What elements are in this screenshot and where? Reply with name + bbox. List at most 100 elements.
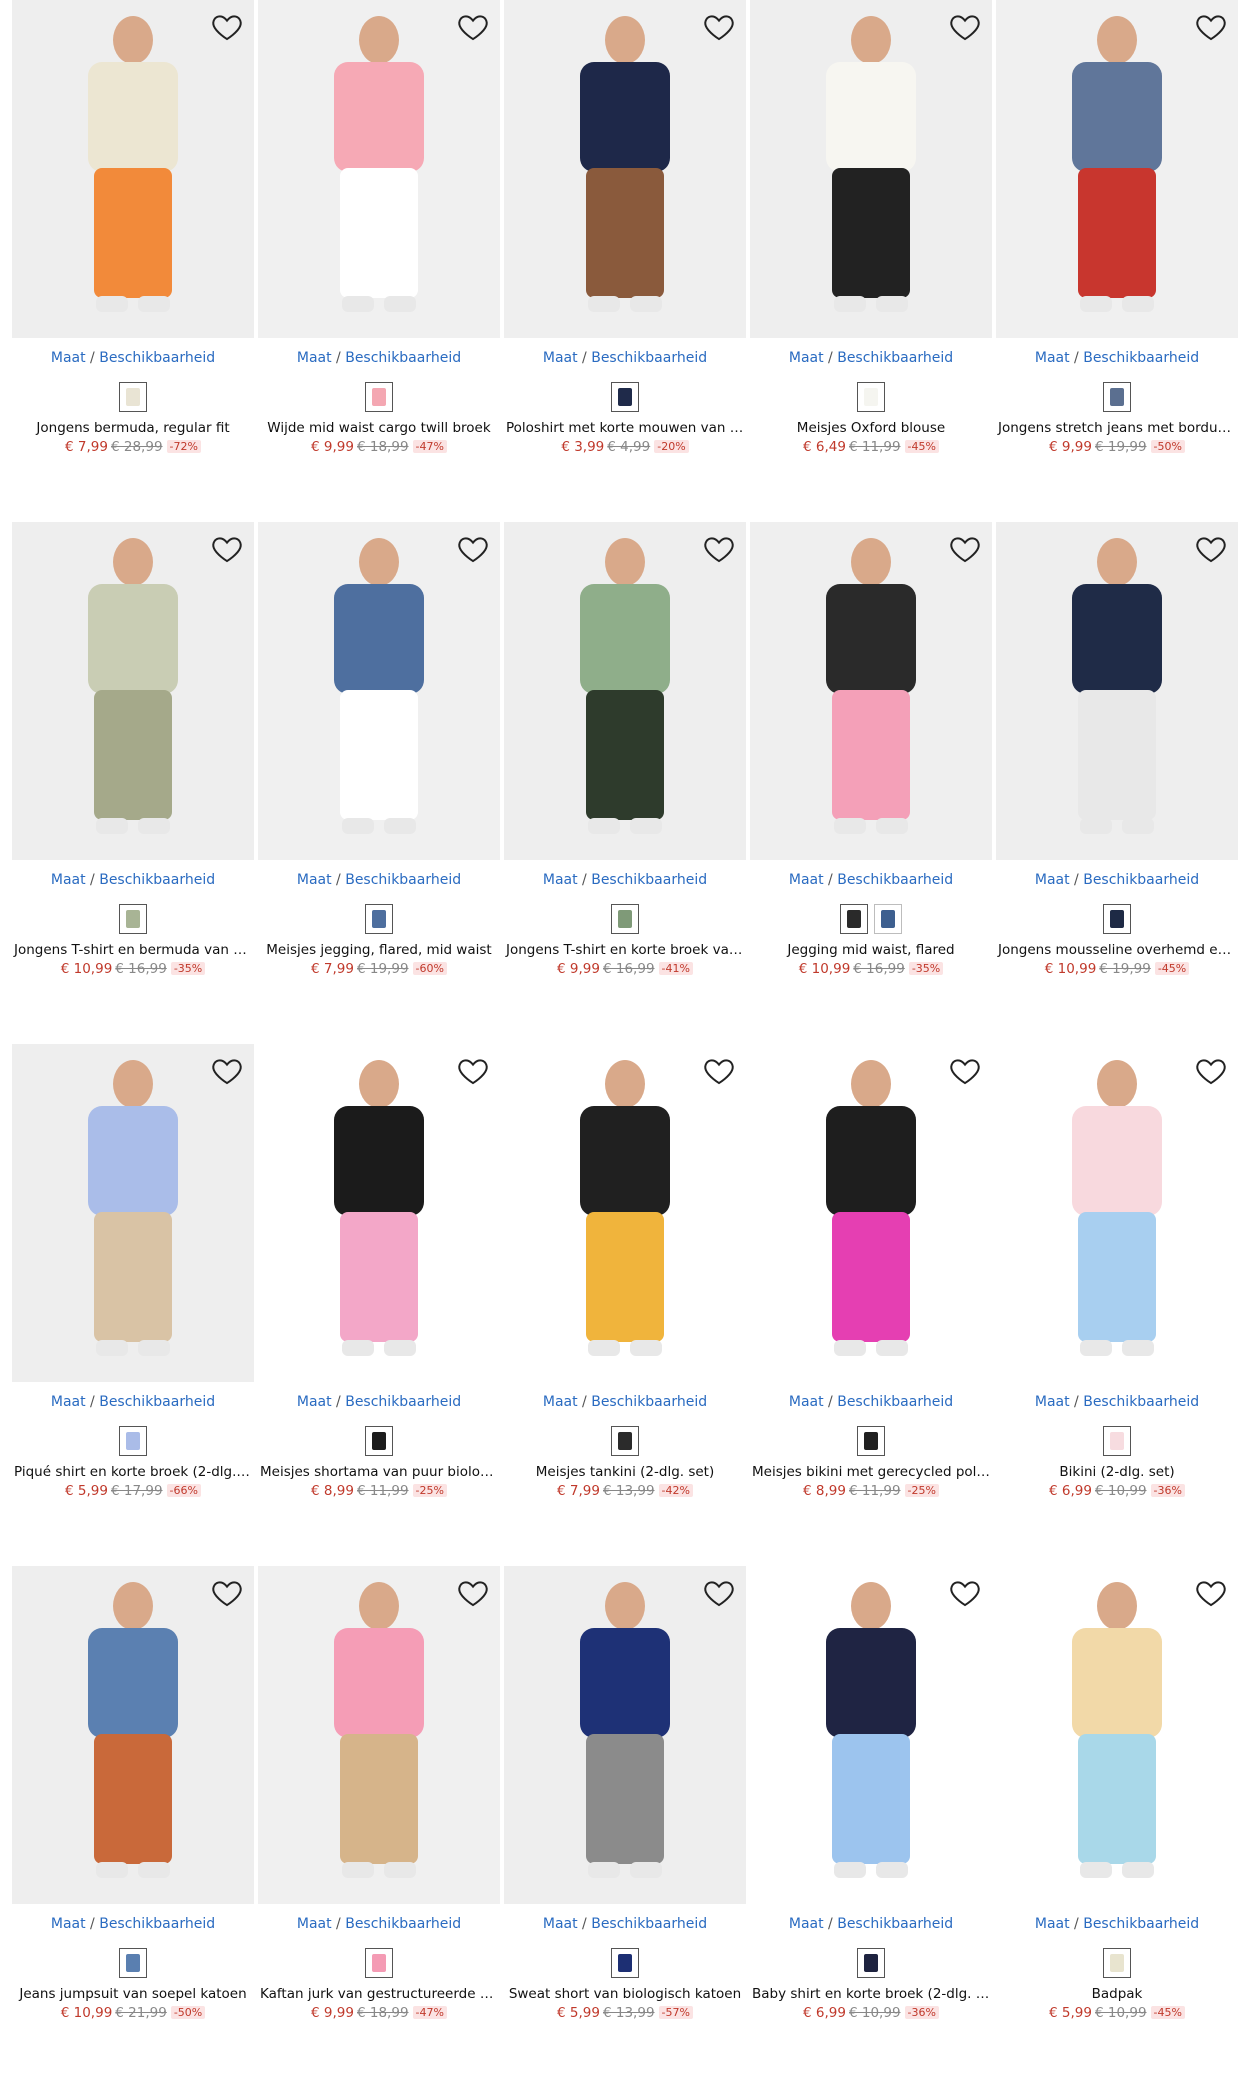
availability-label[interactable]: Beschikbaarheid bbox=[345, 350, 461, 366]
product-card[interactable]: Maat / Beschikbaarheid Meisjes bikini met… bbox=[750, 1044, 992, 1566]
size-label[interactable]: Maat bbox=[1035, 872, 1070, 888]
size-availability-link[interactable]: Maat / Beschikbaarheid bbox=[258, 872, 500, 888]
size-label[interactable]: Maat bbox=[789, 1916, 824, 1932]
availability-label[interactable]: Beschikbaarheid bbox=[837, 1916, 953, 1932]
size-availability-link[interactable]: Maat / Beschikbaarheid bbox=[12, 1394, 254, 1410]
product-title[interactable]: Meisjes bikini met gerecycled polya... bbox=[750, 1464, 992, 1480]
product-title[interactable]: Bikini (2-dlg. set) bbox=[996, 1464, 1238, 1480]
color-swatch[interactable] bbox=[611, 1948, 639, 1978]
product-image[interactable] bbox=[12, 1566, 254, 1904]
size-availability-link[interactable]: Maat / Beschikbaarheid bbox=[996, 1394, 1238, 1410]
wishlist-heart-icon[interactable] bbox=[702, 1576, 736, 1610]
color-swatch[interactable] bbox=[857, 382, 885, 412]
wishlist-heart-icon[interactable] bbox=[702, 532, 736, 566]
color-swatch[interactable] bbox=[365, 1426, 393, 1456]
color-swatch[interactable] bbox=[119, 1948, 147, 1978]
size-availability-link[interactable]: Maat / Beschikbaarheid bbox=[504, 350, 746, 366]
size-label[interactable]: Maat bbox=[51, 1916, 86, 1932]
availability-label[interactable]: Beschikbaarheid bbox=[99, 350, 215, 366]
size-availability-link[interactable]: Maat / Beschikbaarheid bbox=[504, 1916, 746, 1932]
size-availability-link[interactable]: Maat / Beschikbaarheid bbox=[750, 872, 992, 888]
availability-label[interactable]: Beschikbaarheid bbox=[1083, 1916, 1199, 1932]
color-swatch[interactable] bbox=[119, 382, 147, 412]
product-title[interactable]: Jongens T-shirt en bermuda van bio... bbox=[12, 942, 254, 958]
availability-label[interactable]: Beschikbaarheid bbox=[591, 1394, 707, 1410]
size-availability-link[interactable]: Maat / Beschikbaarheid bbox=[12, 1916, 254, 1932]
size-label[interactable]: Maat bbox=[297, 350, 332, 366]
availability-label[interactable]: Beschikbaarheid bbox=[591, 872, 707, 888]
product-title[interactable]: Poloshirt met korte mouwen van p... bbox=[504, 420, 746, 436]
product-title[interactable]: Sweat short van biologisch katoen bbox=[504, 1986, 746, 2002]
wishlist-heart-icon[interactable] bbox=[456, 10, 490, 44]
wishlist-heart-icon[interactable] bbox=[1194, 532, 1228, 566]
size-label[interactable]: Maat bbox=[297, 872, 332, 888]
wishlist-heart-icon[interactable] bbox=[456, 1576, 490, 1610]
product-card[interactable]: Maat / Beschikbaarheid Meisjes Oxford blo… bbox=[750, 0, 992, 522]
wishlist-heart-icon[interactable] bbox=[702, 1054, 736, 1088]
color-swatch[interactable] bbox=[365, 904, 393, 934]
availability-label[interactable]: Beschikbaarheid bbox=[591, 350, 707, 366]
product-card[interactable]: Maat / Beschikbaarheid Bikini (2-dlg. set… bbox=[996, 1044, 1238, 1566]
product-title[interactable]: Jeans jumpsuit van soepel katoen bbox=[12, 1986, 254, 2002]
size-label[interactable]: Maat bbox=[1035, 1916, 1070, 1932]
availability-label[interactable]: Beschikbaarheid bbox=[1083, 872, 1199, 888]
size-label[interactable]: Maat bbox=[543, 872, 578, 888]
size-label[interactable]: Maat bbox=[51, 1394, 86, 1410]
availability-label[interactable]: Beschikbaarheid bbox=[837, 872, 953, 888]
product-card[interactable]: Maat / Beschikbaarheid Jongens stretch je… bbox=[996, 0, 1238, 522]
product-title[interactable]: Baby shirt en korte broek (2-dlg. set) bbox=[750, 1986, 992, 2002]
product-card[interactable]: Maat / Beschikbaarheid Jegging mid waist,… bbox=[750, 522, 992, 1044]
product-image[interactable] bbox=[504, 522, 746, 860]
size-availability-link[interactable]: Maat / Beschikbaarheid bbox=[258, 350, 500, 366]
product-image[interactable] bbox=[258, 522, 500, 860]
product-card[interactable]: Maat / Beschikbaarheid Poloshirt met kort… bbox=[504, 0, 746, 522]
wishlist-heart-icon[interactable] bbox=[948, 1576, 982, 1610]
product-title[interactable]: Jongens bermuda, regular fit bbox=[12, 420, 254, 436]
color-swatch[interactable] bbox=[1103, 382, 1131, 412]
product-image[interactable] bbox=[504, 1044, 746, 1382]
wishlist-heart-icon[interactable] bbox=[210, 532, 244, 566]
size-label[interactable]: Maat bbox=[1035, 1394, 1070, 1410]
color-swatch[interactable] bbox=[611, 1426, 639, 1456]
product-title[interactable]: Badpak bbox=[996, 1986, 1238, 2002]
product-image[interactable] bbox=[996, 1566, 1238, 1904]
size-label[interactable]: Maat bbox=[51, 350, 86, 366]
availability-label[interactable]: Beschikbaarheid bbox=[345, 872, 461, 888]
color-swatch[interactable] bbox=[857, 1426, 885, 1456]
wishlist-heart-icon[interactable] bbox=[948, 532, 982, 566]
size-label[interactable]: Maat bbox=[297, 1394, 332, 1410]
product-card[interactable]: Maat / Beschikbaarheid Meisjes shortama v… bbox=[258, 1044, 500, 1566]
size-availability-link[interactable]: Maat / Beschikbaarheid bbox=[504, 1394, 746, 1410]
product-image[interactable] bbox=[12, 522, 254, 860]
product-image[interactable] bbox=[258, 1044, 500, 1382]
product-image[interactable] bbox=[750, 1044, 992, 1382]
color-swatch[interactable] bbox=[1103, 1948, 1131, 1978]
wishlist-heart-icon[interactable] bbox=[456, 532, 490, 566]
product-image[interactable] bbox=[504, 0, 746, 338]
product-card[interactable]: Maat / Beschikbaarheid Piqué shirt en kor… bbox=[12, 1044, 254, 1566]
availability-label[interactable]: Beschikbaarheid bbox=[1083, 350, 1199, 366]
availability-label[interactable]: Beschikbaarheid bbox=[591, 1916, 707, 1932]
product-image[interactable] bbox=[258, 0, 500, 338]
size-availability-link[interactable]: Maat / Beschikbaarheid bbox=[750, 350, 992, 366]
wishlist-heart-icon[interactable] bbox=[702, 10, 736, 44]
product-title[interactable]: Wijde mid waist cargo twill broek bbox=[258, 420, 500, 436]
availability-label[interactable]: Beschikbaarheid bbox=[99, 1394, 215, 1410]
size-availability-link[interactable]: Maat / Beschikbaarheid bbox=[996, 1916, 1238, 1932]
product-card[interactable]: Maat / Beschikbaarheid Sweat short van bi… bbox=[504, 1566, 746, 2082]
product-image[interactable] bbox=[996, 522, 1238, 860]
color-swatch[interactable] bbox=[119, 1426, 147, 1456]
wishlist-heart-icon[interactable] bbox=[210, 1054, 244, 1088]
wishlist-heart-icon[interactable] bbox=[456, 1054, 490, 1088]
size-label[interactable]: Maat bbox=[51, 872, 86, 888]
product-image[interactable] bbox=[996, 1044, 1238, 1382]
color-swatch[interactable] bbox=[365, 1948, 393, 1978]
wishlist-heart-icon[interactable] bbox=[210, 1576, 244, 1610]
product-title[interactable]: Jongens stretch jeans met borduur... bbox=[996, 420, 1238, 436]
size-availability-link[interactable]: Maat / Beschikbaarheid bbox=[258, 1394, 500, 1410]
size-availability-link[interactable]: Maat / Beschikbaarheid bbox=[504, 872, 746, 888]
color-swatch[interactable] bbox=[1103, 1426, 1131, 1456]
availability-label[interactable]: Beschikbaarheid bbox=[345, 1394, 461, 1410]
product-card[interactable]: Maat / Beschikbaarheid Jongens T-shirt en… bbox=[504, 522, 746, 1044]
size-label[interactable]: Maat bbox=[543, 1394, 578, 1410]
